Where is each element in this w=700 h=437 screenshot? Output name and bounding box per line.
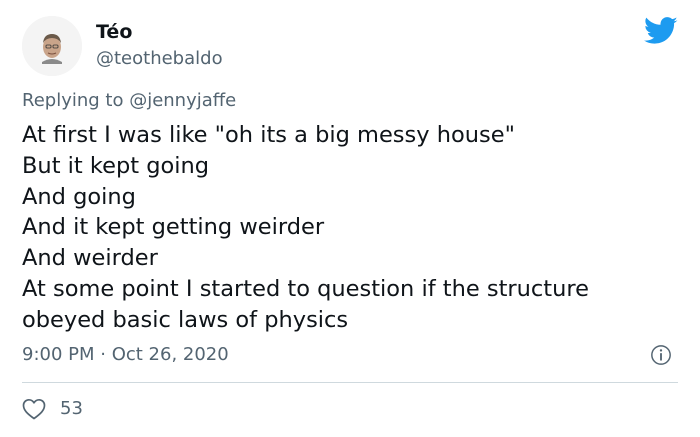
replying-to: Replying to @jennyjaffe (22, 89, 236, 113)
user-handle[interactable]: @teothebaldo (96, 47, 223, 71)
tweet-text-line: At first I was like "oh its a big messy … (22, 122, 515, 148)
divider (22, 382, 678, 383)
tweet-date[interactable]: Oct 26, 2020 (112, 344, 229, 365)
avatar[interactable] (22, 16, 82, 76)
tweet-text-line: obeyed basic laws of physics (22, 306, 349, 333)
like-button[interactable]: 53 (22, 396, 83, 422)
tweet-header: Téo @teothebaldo (22, 16, 678, 78)
tweet-text-line: And it kept getting weirder (22, 214, 325, 241)
tweet-timestamp: 9:00 PM · Oct 26, 2020 (22, 343, 229, 367)
display-name[interactable]: Téo (96, 20, 223, 44)
like-count: 53 (60, 398, 83, 419)
info-icon[interactable] (650, 344, 672, 366)
tweet-text: At first I was like "oh its a big messy … (22, 120, 672, 336)
tweet-text-line: And going (22, 183, 136, 210)
reply-mention-link[interactable]: @jennyjaffe (129, 90, 236, 111)
tweet-card: Téo @teothebaldo Replying to @jennyjaffe… (0, 0, 700, 437)
author-names: Téo @teothebaldo (96, 20, 223, 71)
tweet-text-line: At some point I started to question if t… (22, 275, 589, 302)
person-avatar-icon (22, 16, 82, 76)
meta-separator: · (94, 344, 112, 365)
twitter-bird-icon[interactable] (644, 16, 678, 46)
reply-prefix: Replying to (22, 90, 130, 111)
tweet-text-line: But it kept going (22, 152, 210, 179)
heart-icon (22, 398, 46, 420)
tweet-text-line: And weirder (22, 245, 158, 272)
tweet-time[interactable]: 9:00 PM (22, 344, 95, 365)
